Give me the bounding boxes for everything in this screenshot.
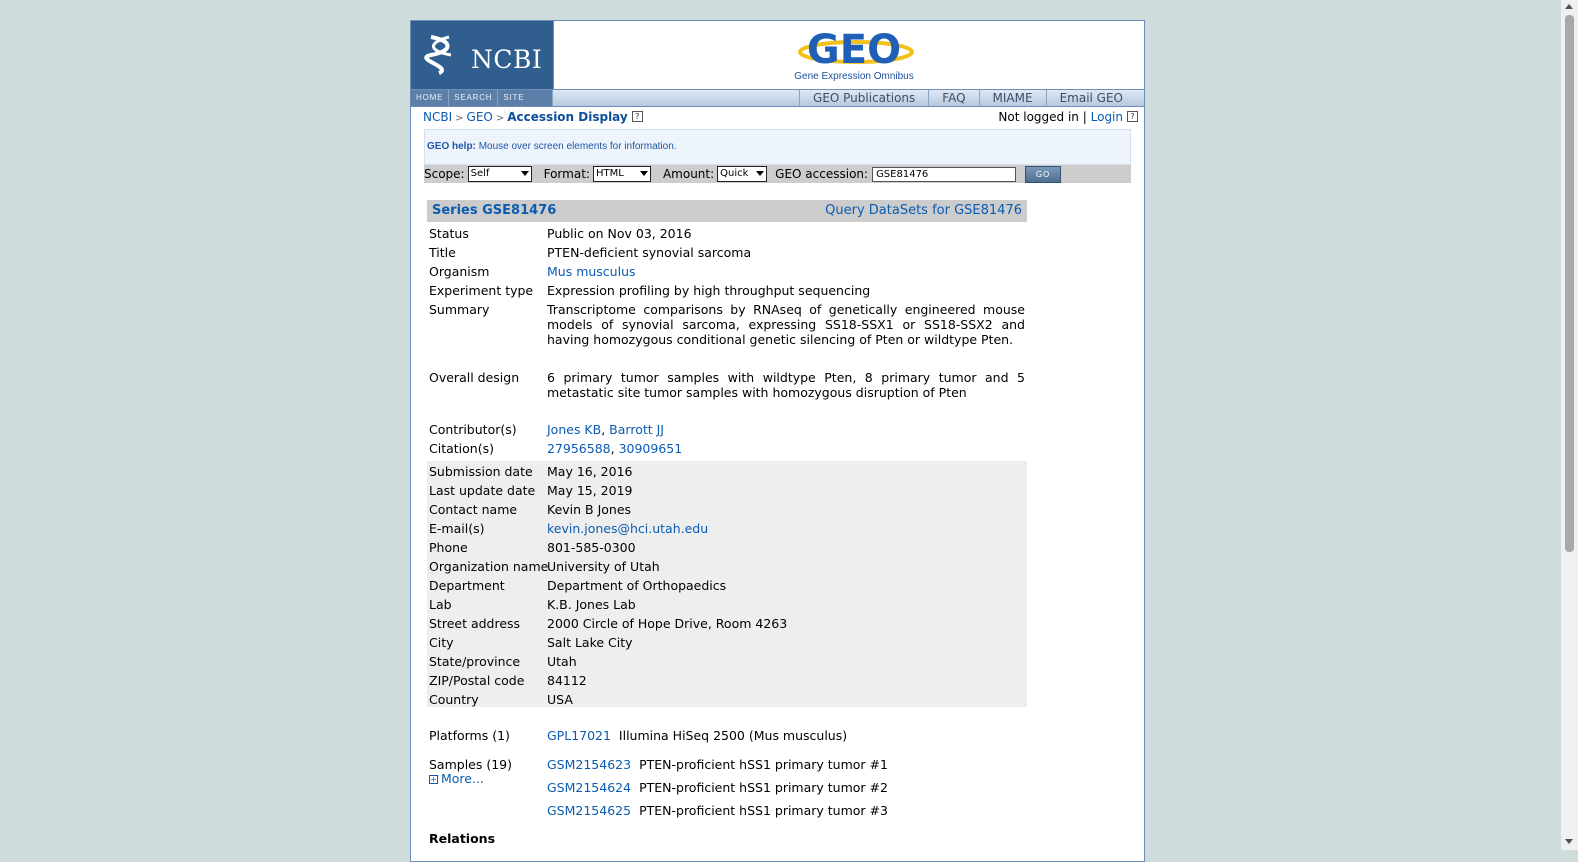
geo-logo[interactable]: GEO Gene Expression Omnibus <box>784 25 924 87</box>
ncbi-logo[interactable]: NCBI <box>411 21 554 89</box>
relations-heading: Relations <box>429 831 496 846</box>
scope-select[interactable]: Self <box>467 166 532 182</box>
breadcrumb-sep: > <box>455 113 464 124</box>
vertical-scrollbar[interactable] <box>1561 0 1578 850</box>
sample-row: GSM2154623 PTEN-proficient hSS1 primary t… <box>547 757 888 772</box>
contributor-link[interactable]: Jones KB <box>547 422 601 437</box>
format-select[interactable]: HTML <box>592 166 651 182</box>
citation-link[interactable]: 27956588 <box>547 441 611 456</box>
amount-select[interactable]: Quick <box>717 166 768 182</box>
geo-help-box: GEO help: Mouse over screen elements for… <box>424 129 1131 165</box>
series-header: Series GSE81476 Query DataSets for GSE81… <box>427 200 1027 222</box>
contributor-link[interactable]: Barrott JJ <box>609 422 664 437</box>
help-text: Mouse over screen elements for informati… <box>478 141 677 152</box>
scope-label: Scope: <box>424 167 465 181</box>
geo-logo-graphic: GEO <box>798 27 914 73</box>
citation-link[interactable]: 30909651 <box>619 441 683 456</box>
expand-icon: + <box>429 775 438 784</box>
go-button[interactable]: GO <box>1025 165 1062 183</box>
chevron-down-icon <box>520 171 529 176</box>
sample-link[interactable]: GSM2154624 <box>547 780 631 795</box>
email-link[interactable]: kevin.jones@hci.utah.edu <box>547 521 1025 536</box>
chevron-down-icon <box>639 171 648 176</box>
accession-label: GEO accession: <box>775 167 869 181</box>
scrollbar-thumb[interactable] <box>1565 15 1574 552</box>
organism-link[interactable]: Mus musculus <box>547 264 1025 279</box>
nav-miame[interactable]: MIAME <box>978 90 1046 106</box>
ncbi-label: NCBI <box>471 45 543 74</box>
login-separator: | <box>1082 110 1087 124</box>
amount-label: Amount: <box>662 167 715 181</box>
login-link[interactable]: Login <box>1091 110 1123 124</box>
ncbi-nav: HOME SEARCH SITE MAP <box>411 90 553 118</box>
sample-link[interactable]: GSM2154625 <box>547 803 631 818</box>
geo-nav: GEO Publications FAQ MIAME Email GEO <box>799 90 1136 106</box>
query-datasets-link[interactable]: Query DataSets for GSE81476 <box>825 203 1022 218</box>
scroll-up-icon[interactable] <box>1565 4 1573 9</box>
geo-banner: GEO Gene Expression Omnibus <box>554 21 1144 89</box>
page-title: Accession Display <box>507 110 628 124</box>
accession-form: Scope: Self Format: HTML Amount: Quick G… <box>424 165 1131 183</box>
series-title[interactable]: Series GSE81476 <box>432 203 556 218</box>
nav-site-map[interactable]: SITE MAP <box>498 90 553 118</box>
more-samples-link[interactable]: + More... <box>429 771 484 786</box>
help-icon[interactable]: ? <box>1127 111 1138 122</box>
chevron-down-icon <box>756 171 765 176</box>
breadcrumb-geo[interactable]: GEO <box>467 110 493 124</box>
nav-email-geo[interactable]: Email GEO <box>1045 90 1136 106</box>
sample-link[interactable]: GSM2154623 <box>547 757 631 772</box>
help-label: GEO help: <box>427 141 476 152</box>
geo-logo-text: GEO <box>807 27 901 71</box>
sample-row: GSM2154625 PTEN-proficient hSS1 primary t… <box>547 803 888 818</box>
page-container: NCBI GEO Gene Expression Omnibus HOME SE… <box>410 20 1145 862</box>
geo-subtitle: Gene Expression Omnibus <box>794 71 914 82</box>
platform-link[interactable]: GPL17021 <box>547 728 611 743</box>
sample-row: GSM2154624 PTEN-proficient hSS1 primary t… <box>547 780 888 795</box>
login-status: Not logged in <box>998 110 1079 124</box>
breadcrumb: NCBI > GEO > Accession Display? <box>423 110 643 124</box>
nav-faq[interactable]: FAQ <box>928 90 978 106</box>
nav-search[interactable]: SEARCH <box>449 90 499 106</box>
accession-input[interactable]: GSE81476 <box>872 166 1017 182</box>
login-area: Not logged in | Login? <box>998 110 1138 124</box>
breadcrumb-sep: > <box>495 113 505 124</box>
nav-home[interactable]: HOME <box>411 90 450 106</box>
help-icon[interactable]: ? <box>631 111 643 122</box>
scroll-down-icon[interactable] <box>1565 839 1573 844</box>
breadcrumb-ncbi[interactable]: NCBI <box>423 110 452 124</box>
nav-geo-publications[interactable]: GEO Publications <box>799 90 928 106</box>
ncbi-helix-icon <box>424 35 452 75</box>
format-label: Format: <box>543 167 590 181</box>
nav-bar: HOME SEARCH SITE MAP GEO Publications FA… <box>411 89 1144 118</box>
